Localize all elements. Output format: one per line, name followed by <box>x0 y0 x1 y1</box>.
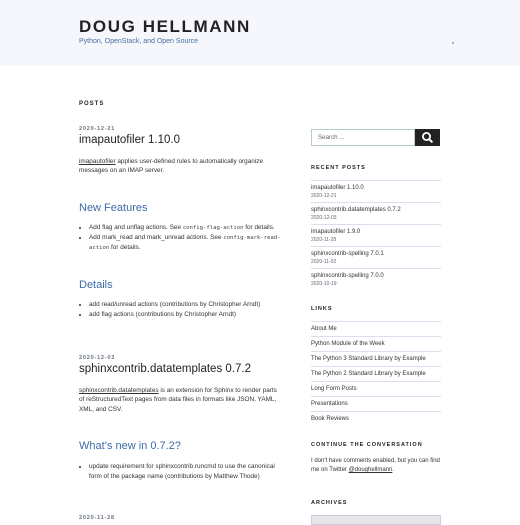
list-item: update requirement for sphinxcontrib.run… <box>89 462 299 482</box>
site-title[interactable]: DOUG HELLMANN <box>79 17 251 37</box>
recent-post-item[interactable]: sphinxcontrib.datatemplates 0.7.2 2020-12… <box>311 202 441 225</box>
link-item[interactable]: Presentations <box>311 396 441 411</box>
conversation-title: CONTINUE THE CONVERSATION <box>311 442 423 448</box>
site-header: DOUG HELLMANN Python, OpenStack, and Ope… <box>0 0 520 66</box>
links-title: LINKS <box>311 306 333 312</box>
link-item[interactable]: The Python 3 Standard Library by Example <box>311 351 441 366</box>
list-item: Add mark_read and mark_unread actions. S… <box>89 233 299 253</box>
twitter-link[interactable]: @doughellmann <box>349 467 393 473</box>
archives-title: ARCHIVES <box>311 500 348 506</box>
list-item: Add flag and unflag actions. See config-… <box>89 223 299 233</box>
post-date[interactable]: 2020-12-21 <box>79 126 115 132</box>
link-item[interactable]: Book Reviews <box>311 411 441 426</box>
section-heading: Details <box>79 279 113 291</box>
conversation-text: I don't have comments enabled, but you c… <box>311 458 440 473</box>
search-input[interactable]: Search ... <box>311 129 415 146</box>
recent-post-item[interactable]: sphinxcontrib-spelling 7.0.1 2020-11-02 <box>311 246 441 269</box>
post-title[interactable]: imapautofiler 1.10.0 <box>79 134 180 146</box>
section-heading: What’s new in 0.7.2? <box>79 440 181 452</box>
list-item: add flag actions (contributions by Chris… <box>89 310 284 320</box>
search-button[interactable] <box>415 129 440 146</box>
post-intro: sphinxcontrib.datatemplates is an extens… <box>79 387 277 413</box>
recent-posts-title: RECENT POSTS <box>311 165 366 171</box>
post-title[interactable]: sphinxcontrib.datatemplates 0.7.2 <box>79 363 251 375</box>
post-intro: imapautofiler applies user-defined rules… <box>79 158 264 175</box>
post-date[interactable]: 2020-12-03 <box>79 355 115 361</box>
link-item[interactable]: Python Module of the Week <box>311 336 441 351</box>
site-description: Python, OpenStack, and Open Source <box>79 38 199 45</box>
intro-link[interactable]: imapautofiler <box>79 158 116 165</box>
posts-heading: POSTS <box>79 101 105 107</box>
details-list: add read/unread actions (contributions b… <box>79 300 284 320</box>
archives-dropdown[interactable] <box>311 515 441 525</box>
recent-post-item[interactable]: sphinxcontrib-spelling 7.0.0 2020-10-19 <box>311 268 441 291</box>
whatsnew-list: update requirement for sphinxcontrib.run… <box>79 462 299 482</box>
link-item[interactable]: The Python 2 Standard Library by Example <box>311 366 441 381</box>
intro-link[interactable]: sphinxcontrib.datatemplates <box>79 387 159 394</box>
feature-list: Add flag and unflag actions. See config-… <box>79 223 299 253</box>
link-item[interactable]: About Me <box>311 321 441 336</box>
search-icon <box>422 132 433 143</box>
link-item[interactable]: Long Form Posts <box>311 381 441 396</box>
recent-post-item[interactable]: imapautofiler 1.9.0 2020-11-28 <box>311 224 441 247</box>
recent-post-item[interactable]: imapautofiler 1.10.0 2020-12-21 <box>311 180 441 203</box>
menu-dot <box>452 42 454 44</box>
section-heading: New Features <box>79 202 148 214</box>
post-date[interactable]: 2020-11-28 <box>79 515 115 521</box>
list-item: add read/unread actions (contributions b… <box>89 300 284 310</box>
